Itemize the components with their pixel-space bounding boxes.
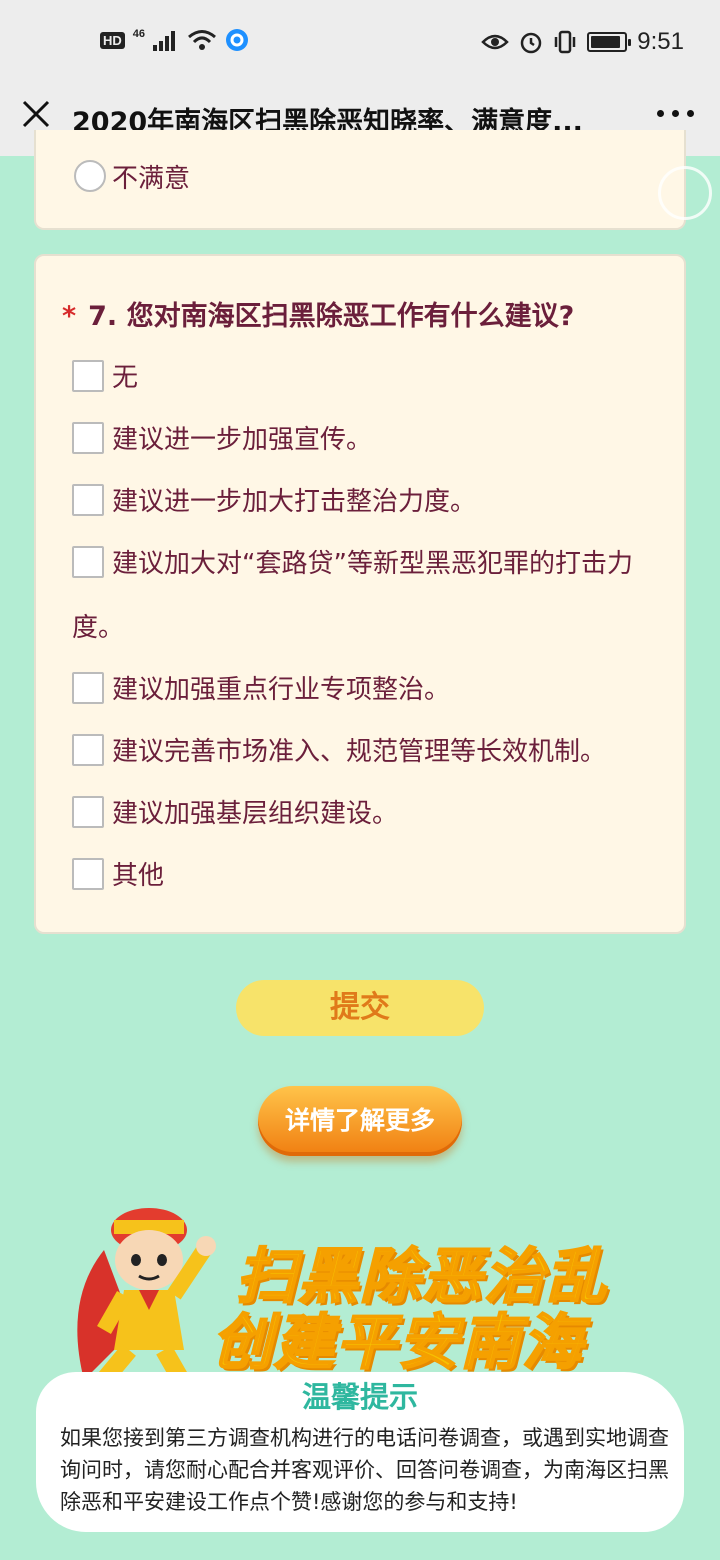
radio-label: 不满意 xyxy=(112,164,191,194)
mascot-illustration xyxy=(77,1208,216,1390)
checkbox-option[interactable]: 建议加强基层组织建设。 xyxy=(72,782,672,846)
checkbox-option[interactable]: 建议加强重点行业专项整治。 xyxy=(72,658,672,722)
tip-title: 温馨提示 xyxy=(301,1380,418,1414)
hd-badge: HD xyxy=(100,31,125,49)
banner-line-2: 创建平安南海 xyxy=(211,1307,584,1379)
more-dot xyxy=(672,110,679,117)
option-label: 建议加强重点行业专项整治。 xyxy=(112,675,451,705)
checkbox[interactable] xyxy=(72,421,104,454)
checkbox-option[interactable]: 其他 xyxy=(72,844,672,908)
checkbox[interactable] xyxy=(72,483,104,516)
more-info-button[interactable]: 详情了解更多 xyxy=(258,1086,462,1156)
option-label: 建议加强基层组织建设。 xyxy=(112,799,399,829)
eye-icon xyxy=(481,34,510,50)
checkbox[interactable] xyxy=(72,795,104,828)
checkbox-option[interactable]: 建议进一步加大打击整治力度。 xyxy=(72,470,672,534)
network-type: 46 xyxy=(132,28,146,40)
checkbox-option[interactable]: 建议进一步加强宣传。 xyxy=(72,408,672,472)
vibrate-icon xyxy=(555,30,576,54)
question-title: * 7. 您对南海区扫黑除恶工作有什么建议? xyxy=(62,294,574,333)
more-dot xyxy=(657,110,664,117)
option-label: 建议进一步加强宣传。 xyxy=(112,425,373,455)
status-right: 9:51 xyxy=(481,28,684,56)
more-icon[interactable] xyxy=(657,110,694,117)
more-dot xyxy=(687,110,694,117)
radio-button[interactable] xyxy=(74,160,106,192)
option-label: 建议进一步加大打击整治力度。 xyxy=(112,487,477,517)
checkbox-option[interactable]: 建议完善市场准入、规范管理等长效机制。 xyxy=(72,720,672,784)
floating-music-button[interactable] xyxy=(658,166,712,220)
tip-card: 温馨提示 如果您接到第三方调查机构进行的电话问卷调查，或遇到实地调查询问时，请您… xyxy=(36,1372,684,1532)
question-card-prev: 不满意 xyxy=(34,130,686,230)
signal-icon xyxy=(153,31,176,51)
checkbox-option[interactable]: 无 xyxy=(72,346,672,410)
checkbox[interactable] xyxy=(72,545,104,578)
app-notification-icon xyxy=(226,29,249,51)
checkbox[interactable] xyxy=(72,359,104,392)
question-card-7: * 7. 您对南海区扫黑除恶工作有什么建议? 无 建议进一步加强宣传。 建议进一步… xyxy=(34,254,686,934)
status-left: HD 46 xyxy=(100,28,249,52)
battery-icon xyxy=(587,32,632,52)
close-icon[interactable] xyxy=(18,96,54,132)
option-label: 建议加大对“套路贷”等新型黑恶犯罪的打击力度。 xyxy=(72,549,633,643)
required-mark: * xyxy=(62,301,77,332)
checkbox[interactable] xyxy=(72,671,104,704)
option-label: 建议完善市场准入、规范管理等长效机制。 xyxy=(112,737,607,767)
battery-fill xyxy=(591,36,621,48)
checkbox[interactable] xyxy=(72,857,104,890)
clock: 9:51 xyxy=(637,28,684,55)
wifi-icon xyxy=(188,30,216,50)
tip-body: 如果您接到第三方调查机构进行的电话问卷调查，或遇到实地调查询问时，请您耐心配合并… xyxy=(60,1426,669,1514)
checkbox-option[interactable]: 建议加大对“套路贷”等新型黑恶犯罪的打击力度。 xyxy=(72,532,642,660)
option-label: 无 xyxy=(112,363,139,393)
option-label: 其他 xyxy=(112,861,165,891)
checkbox[interactable] xyxy=(72,733,104,766)
status-bar: HD 46 9:51 xyxy=(0,0,720,84)
alarm-icon xyxy=(521,32,542,54)
question-text: 7. 您对南海区扫黑除恶工作有什么建议? xyxy=(88,301,575,332)
submit-button[interactable]: 提交 xyxy=(236,980,484,1036)
